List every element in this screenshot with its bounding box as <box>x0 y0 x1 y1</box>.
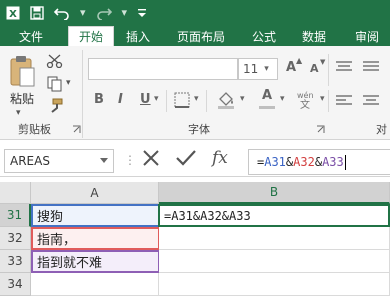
ribbon-separator <box>166 90 167 112</box>
copy-dropdown-icon[interactable]: ▾ <box>66 78 71 88</box>
font-name-box[interactable] <box>88 58 238 80</box>
formula-bar-grip-icon: ⋮ <box>124 153 136 167</box>
ribbon-separator <box>328 90 329 112</box>
format-painter-icon[interactable] <box>46 98 64 117</box>
ribbon-tabs: 文件 开始 插入 页面布局 公式 数据 审阅 <box>0 25 390 46</box>
font-color-swatch <box>259 106 275 109</box>
bold-button[interactable]: B <box>94 92 104 107</box>
name-box-dropdown-icon[interactable] <box>100 158 108 163</box>
row-header-31[interactable]: 31 <box>0 204 31 227</box>
borders-dropdown-icon[interactable]: ▾ <box>194 94 199 104</box>
underline-dropdown-icon[interactable]: ▾ <box>154 94 159 104</box>
tab-home[interactable]: 开始 <box>68 26 114 46</box>
paste-icon[interactable] <box>8 54 36 91</box>
paste-label[interactable]: 粘贴 <box>10 90 34 107</box>
formula-bar: AREAS ⋮ fx = A31 & A32 & A33 <box>0 141 390 177</box>
decrease-font-icon[interactable]: A <box>310 62 319 75</box>
copy-icon[interactable] <box>46 76 64 95</box>
font-size-box[interactable]: 11 ▾ <box>238 58 278 80</box>
column-header-a[interactable]: A <box>31 182 159 204</box>
cell-b34[interactable] <box>159 273 390 296</box>
font-size-value: 11 <box>243 62 259 76</box>
cell-a33[interactable]: 指到就不难 <box>31 250 160 273</box>
underline-button[interactable]: U <box>140 92 151 107</box>
tab-formulas[interactable]: 公式 <box>252 26 276 46</box>
borders-icon[interactable] <box>174 92 190 111</box>
formula-amp-1: & <box>285 155 294 169</box>
cell-b31[interactable]: =A31&A32&A33 <box>158 204 390 227</box>
formula-input[interactable]: = A31 & A32 & A33 <box>248 149 390 175</box>
fill-color-icon[interactable] <box>216 90 236 113</box>
select-all-corner[interactable] <box>0 182 31 204</box>
font-color-dropdown-icon[interactable]: ▾ <box>280 94 285 104</box>
svg-text:X: X <box>9 9 17 20</box>
row-header-33[interactable]: 33 <box>0 250 31 273</box>
title-bar: X ▾ ▾ <box>0 0 390 25</box>
tab-data[interactable]: 数据 <box>302 26 326 46</box>
name-box-value: AREAS <box>10 154 50 168</box>
svg-text:wén: wén <box>297 90 314 100</box>
increase-font-icon[interactable]: A <box>286 60 296 75</box>
formula-ref-a32: A32 <box>293 155 315 169</box>
cancel-icon[interactable] <box>142 149 160 172</box>
ribbon-separator <box>328 54 329 86</box>
cell-b32[interactable] <box>159 227 390 250</box>
enter-checkmark-icon[interactable] <box>176 149 196 172</box>
svg-text:文: 文 <box>300 98 310 110</box>
insert-function-button[interactable]: fx <box>212 148 228 168</box>
ribbon-home: 粘贴 ▾ ▾ 剪贴板 11 ▾ A ▲ A ▼ B I U ▾ ▾ ▾ A ▾ <box>0 46 390 140</box>
formula-equals: = <box>257 155 265 169</box>
excel-logo-icon: X <box>6 6 20 20</box>
row-header-34[interactable]: 34 <box>0 273 31 296</box>
clipboard-dialog-launcher-icon[interactable] <box>72 123 81 137</box>
tab-review[interactable]: 审阅 <box>355 26 379 46</box>
redo-dropdown-icon[interactable]: ▾ <box>122 6 128 19</box>
italic-button[interactable]: I <box>118 92 123 107</box>
row-header-32[interactable]: 32 <box>0 227 31 250</box>
column-header-b[interactable]: B <box>159 182 390 204</box>
fill-color-dropdown-icon[interactable]: ▾ <box>240 94 245 104</box>
redo-icon[interactable] <box>96 6 112 20</box>
customize-toolbar-icon[interactable] <box>137 8 147 18</box>
name-box[interactable]: AREAS <box>4 149 114 173</box>
cell-a32[interactable]: 指南， <box>31 227 160 250</box>
font-size-dropdown-icon[interactable]: ▾ <box>264 64 269 74</box>
undo-icon[interactable] <box>54 6 70 20</box>
ribbon-separator <box>82 50 83 138</box>
font-dialog-launcher-icon[interactable] <box>316 123 325 137</box>
cell-a34[interactable] <box>31 273 159 296</box>
formula-ref-a33: A33 <box>322 155 344 169</box>
formula-amp-2: & <box>314 155 323 169</box>
align-left-icon[interactable] <box>335 94 353 111</box>
font-color-icon[interactable]: A <box>262 88 272 103</box>
cut-icon[interactable] <box>46 54 64 71</box>
alignment-group-label: 对 <box>376 123 387 136</box>
font-group-label: 字体 <box>188 123 210 136</box>
formula-ref-a31: A31 <box>264 155 286 169</box>
tab-file[interactable]: 文件 <box>0 26 62 46</box>
text-cursor <box>344 154 346 170</box>
align-top-icon[interactable] <box>335 60 353 77</box>
tab-insert[interactable]: 插入 <box>126 26 150 46</box>
save-icon[interactable] <box>30 5 44 20</box>
phonetic-guide-dropdown-icon[interactable]: ▾ <box>320 94 325 104</box>
align-center-icon[interactable] <box>362 94 380 111</box>
align-middle-icon[interactable] <box>362 60 380 77</box>
increase-font-caret-icon: ▲ <box>296 56 303 65</box>
clipboard-group-label: 剪贴板 <box>18 123 51 136</box>
ribbon-separator <box>206 90 207 112</box>
paste-dropdown-icon[interactable]: ▾ <box>16 108 21 118</box>
cell-a31[interactable]: 搜狗 <box>31 204 160 227</box>
cell-b33[interactable] <box>159 250 390 273</box>
decrease-font-caret-icon: ▼ <box>320 58 326 66</box>
undo-dropdown-icon[interactable]: ▾ <box>80 6 86 19</box>
tab-page-layout[interactable]: 页面布局 <box>177 26 225 46</box>
phonetic-guide-icon[interactable]: wén 文 <box>296 90 318 113</box>
